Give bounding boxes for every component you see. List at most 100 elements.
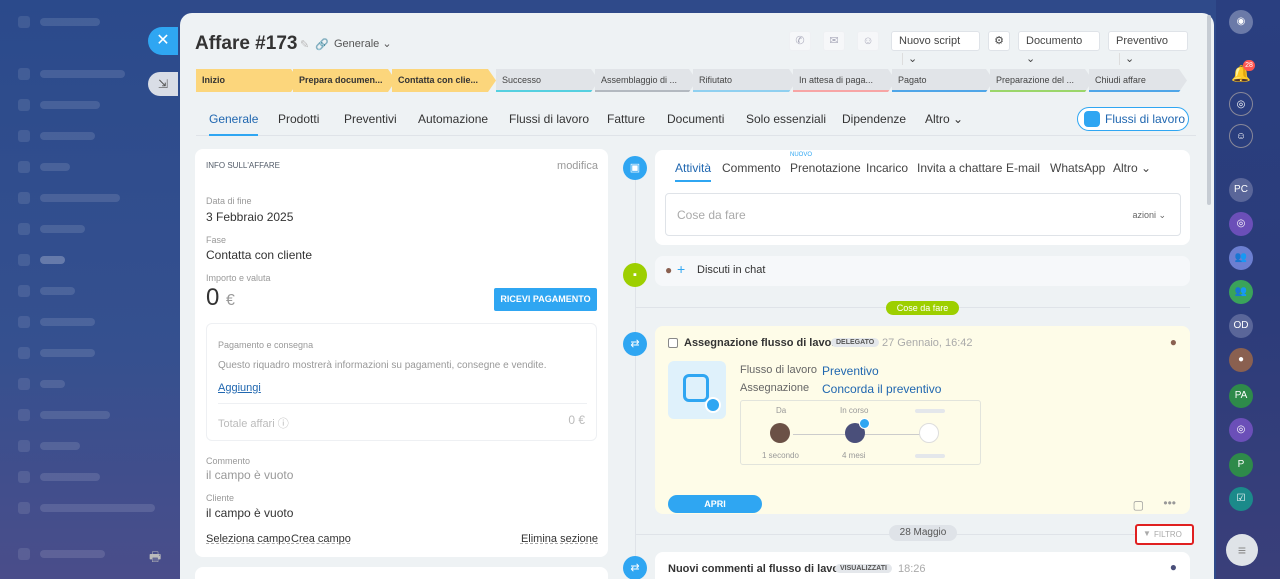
category-select[interactable]: Generale ⌄ [334,37,392,50]
tab-7[interactable]: Documenti [667,112,724,126]
create-field-link[interactable]: Crea campo [291,533,351,545]
select-field-link[interactable]: Seleziona campo [206,533,290,545]
minimize-slider-button[interactable]: ⇲ [148,72,178,96]
phone-icon[interactable]: ✆ [789,31,811,51]
chat-icon[interactable]: ☺ [857,31,879,51]
actions-dropdown[interactable]: azioni ⌄ [1132,210,1166,221]
tab-9[interactable]: Dipendenze [842,112,906,126]
menu-icon [18,161,30,173]
workflows-button[interactable]: Flussi di lavoro [1077,107,1189,131]
stage-value[interactable]: Contatta con cliente [206,248,312,262]
note-icon[interactable]: ▢ [1133,498,1144,512]
stage-9[interactable]: Preparazione del ... [990,69,1093,92]
gear-icon[interactable]: ⚙ [988,31,1010,51]
menu-icon [18,16,30,28]
openline-icon[interactable]: ◎ [1229,212,1253,236]
tab-1[interactable]: Generale [209,112,259,136]
contact-p[interactable]: P [1229,453,1253,477]
workflow-icon: ⇄ [623,556,647,579]
chat-icon: ▪ [623,263,647,287]
add-payment-link[interactable]: Aggiungi [218,382,261,394]
activity-tab-8[interactable]: Altro ⌄ [1113,161,1151,175]
openline-icon[interactable]: ◎ [1229,418,1253,442]
edit-icon[interactable]: ✎ [300,38,309,51]
quote-button[interactable]: Preventivo ⌄ [1108,31,1188,65]
ghost-bar [40,504,155,512]
user-avatar[interactable]: ● [1229,348,1253,372]
chat-icon[interactable]: ☺ [1229,124,1253,148]
link-icon[interactable]: 🔗 [315,38,329,51]
comment-value[interactable]: il campo è vuoto [206,468,293,482]
stage-7[interactable]: In attesa di paga... [793,69,896,92]
stage-color-line [595,90,697,92]
activity-tab-3[interactable]: Prenotazione [790,161,861,175]
target-icon[interactable]: ◎ [1229,92,1253,116]
stage-1[interactable]: Inizio [196,69,299,92]
document-button[interactable]: Documento ⌄ [1018,31,1100,65]
activity-tab-1[interactable]: Attività [675,161,712,182]
contact-pa[interactable]: PA [1229,384,1253,408]
ghost-bar [40,18,100,26]
comment-title[interactable]: Nuovi commenti al flusso di lavoro [668,563,850,575]
check-icon[interactable]: ☑ [1229,487,1253,511]
filter-button[interactable]: ▼ FILTRO [1135,524,1194,545]
activity-tab-4[interactable]: Incarico [866,161,908,175]
delete-section-link[interactable]: Elimina sezione [521,533,598,545]
workflow-link[interactable]: Preventivo [822,364,879,378]
scrollbar[interactable] [1207,15,1211,205]
stage-5[interactable]: Assemblaggio di ... [595,69,697,92]
stage-6[interactable]: Rifiutato [693,69,797,92]
stage-3[interactable]: Contatta con clie... [392,69,496,92]
new-script-button[interactable]: Nuovo script ⌄ [891,31,980,65]
stage-8[interactable]: Pagato [892,69,994,92]
activity-tab-5[interactable]: Invita a chattare [917,161,1002,175]
stage-10[interactable]: Chiudi affare [1089,69,1187,92]
activity-icon: ▣ [623,156,647,180]
ghost-bar [40,256,65,264]
ghost-bar [40,287,75,295]
task-checkbox[interactable] [668,338,678,348]
menu-icon [18,68,30,80]
group-icon[interactable]: 👥 [1229,246,1253,270]
mail-icon[interactable]: ✉ [823,31,845,51]
workflow-icon [683,374,709,402]
group-icon[interactable]: 👥 [1229,280,1253,304]
amount-value[interactable]: 0 € [206,284,235,312]
activity-tab-7[interactable]: WhatsApp [1050,161,1105,175]
tab-6[interactable]: Fatture [607,112,645,126]
printer-icon[interactable]: 🖶 [149,548,161,570]
ghost-bar [40,101,100,109]
open-button[interactable]: APRI [668,495,762,513]
todo-input[interactable]: Cose da fare azioni ⌄ [665,193,1181,236]
tab-8[interactable]: Solo essenziali [746,112,826,126]
end-date-value[interactable]: 3 Febbraio 2025 [206,210,293,224]
ghost-bar [40,225,85,233]
close-slider-button[interactable]: ✕ [148,27,178,55]
client-value[interactable]: il campo è vuoto [206,506,293,520]
activity-tab-2[interactable]: Commento [722,161,781,175]
receive-payment-button[interactable]: RICEVI PAGAMENTO [494,288,597,311]
tab-3[interactable]: Preventivi [344,112,397,126]
task-title[interactable]: Assegnazione flusso di lavoro [684,337,842,349]
activity-tab-6[interactable]: E-mail [1006,161,1040,175]
tab-4[interactable]: Automazione [418,112,488,126]
chevron-down-icon: ⌄ [902,53,918,65]
assignment-link[interactable]: Concorda il preventivo [822,382,941,396]
field-label: Assegnazione [740,382,810,394]
stage-4[interactable]: Successo [496,69,599,92]
tab-5[interactable]: Flussi di lavoro [509,112,589,126]
tab-10[interactable]: Altro ⌄ [925,112,963,126]
chat-row[interactable]: ● + Discuti in chat [655,256,1190,286]
field-label: Cliente [206,493,235,503]
filter-icon: ▼ [1143,529,1151,538]
user-avatar[interactable]: ◉ [1229,10,1253,34]
stage-2[interactable]: Prepara documen... [293,69,396,92]
contact-pc[interactable]: PC [1229,178,1253,202]
contact-od[interactable]: OD [1229,314,1253,338]
edit-link[interactable]: modifica [557,160,598,172]
more-icon[interactable]: ••• [1163,496,1176,510]
tab-2[interactable]: Prodotti [278,112,319,126]
progress-time: 4 mesi [842,451,866,460]
menu-button[interactable]: ≡ [1226,534,1258,566]
from-time: 1 secondo [762,451,799,460]
